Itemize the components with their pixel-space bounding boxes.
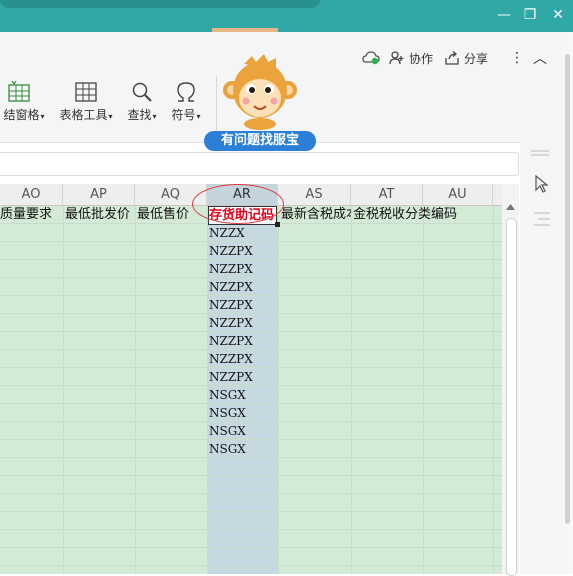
- drag-handle-icon[interactable]: [530, 148, 550, 158]
- cell-ar-value[interactable]: NZZX: [209, 224, 277, 242]
- grid-column-line: [493, 205, 494, 574]
- search-icon: [132, 82, 152, 102]
- cloud-sync-button[interactable]: [362, 48, 380, 68]
- grid-row-line: [0, 548, 502, 566]
- cell-ar-value[interactable]: NZZPX: [209, 332, 277, 350]
- column-header-ao[interactable]: AO: [0, 184, 63, 205]
- filter-panel-icon[interactable]: [532, 210, 552, 228]
- cell-at-header[interactable]: 金税税收分类编码: [353, 206, 493, 224]
- find-dropdown-icon: ▾: [152, 112, 157, 121]
- vertical-scrollbar[interactable]: [502, 184, 519, 576]
- cell-ap-header[interactable]: 最低批发价: [65, 206, 135, 224]
- collab-button[interactable]: 协作: [389, 48, 433, 68]
- symbol-label: 符号: [171, 108, 196, 122]
- grid-row-line: [0, 566, 502, 574]
- cell-ar-value[interactable]: NZZPX: [209, 278, 277, 296]
- cell-ar-value[interactable]: NZZPX: [209, 314, 277, 332]
- minimize-button[interactable]: —: [493, 5, 515, 25]
- freeze-pane-dropdown-icon: ▾: [40, 112, 45, 121]
- monkey-mascot-icon[interactable]: [222, 52, 298, 130]
- freeze-pane-label: 结窗格: [3, 108, 40, 122]
- add-user-icon: [389, 51, 404, 65]
- cell-ar-value[interactable]: NZZPX: [209, 368, 277, 386]
- help-badge[interactable]: 有问题找服宝: [204, 131, 316, 151]
- share-icon: [445, 51, 459, 65]
- find-label: 查找: [127, 108, 152, 122]
- collab-label: 协作: [409, 51, 434, 66]
- column-header-au[interactable]: AU: [423, 184, 493, 205]
- freeze-pane-button[interactable]: 结窗格▾: [0, 78, 48, 123]
- scroll-up-icon[interactable]: [506, 204, 515, 210]
- cell-ar-value[interactable]: NSGX: [209, 386, 277, 404]
- column-header-ap[interactable]: AP: [63, 184, 135, 205]
- cell-ar-value[interactable]: NZZPX: [209, 260, 277, 278]
- side-panel: [520, 142, 562, 574]
- restore-button[interactable]: ❐: [519, 5, 541, 25]
- grid-row-line: [0, 494, 502, 512]
- column-header-at[interactable]: AT: [351, 184, 423, 205]
- column-header-as[interactable]: AS: [278, 184, 351, 205]
- formula-bar-input[interactable]: [0, 152, 519, 176]
- share-label: 分享: [464, 51, 489, 66]
- column-header-overflow: [493, 184, 502, 205]
- cell-as-header[interactable]: 最新含税成本: [281, 206, 351, 224]
- grid-row-line: [0, 530, 502, 548]
- grid-column-line: [207, 205, 208, 574]
- cell-ar-value[interactable]: NZZPX: [209, 296, 277, 314]
- table-tools-icon: [75, 82, 97, 102]
- close-button[interactable]: ✕: [547, 5, 569, 25]
- cloud-sync-icon: [362, 51, 380, 65]
- cell-ar-value[interactable]: NSGX: [209, 440, 277, 458]
- table-tools-button[interactable]: 表格工具▾: [56, 78, 116, 123]
- grid-row-line: [0, 458, 502, 476]
- pointer-select-icon[interactable]: [534, 175, 550, 193]
- annotation-circle: [192, 184, 284, 224]
- grid-column-line: [351, 205, 352, 574]
- omega-icon: [177, 82, 195, 102]
- window-scrollbar[interactable]: [562, 32, 573, 574]
- collapse-ribbon-button[interactable]: ︿: [533, 48, 547, 68]
- grid-column-line: [135, 205, 136, 574]
- grid-row-line: [0, 512, 502, 530]
- find-button[interactable]: 查找▾: [124, 78, 160, 123]
- scrollbar-thumb[interactable]: [506, 218, 517, 576]
- window-scrollbar-thumb[interactable]: [565, 54, 570, 524]
- freeze-pane-icon: [8, 81, 30, 102]
- grid-column-line: [278, 205, 279, 574]
- share-button[interactable]: 分享: [444, 48, 488, 68]
- cell-ar-value[interactable]: NSGX: [209, 404, 277, 422]
- spreadsheet-grid[interactable]: AO AP AQ AR AS AT AU 质量要求 最低批发价 最低售价 存货助…: [0, 184, 502, 574]
- grid-column-line: [63, 205, 64, 574]
- cell-ao-header[interactable]: 质量要求: [0, 206, 63, 224]
- tab-strip: [0, 0, 320, 8]
- ribbon-divider: [216, 76, 217, 136]
- grid-row-line: [0, 476, 502, 494]
- table-tools-label: 表格工具: [59, 108, 108, 122]
- cell-ar-value[interactable]: NZZPX: [209, 242, 277, 260]
- title-bar: — ❐ ✕: [0, 0, 573, 36]
- table-tools-dropdown-icon: ▾: [108, 112, 113, 121]
- symbol-dropdown-icon: ▾: [196, 112, 201, 121]
- cell-ar-value[interactable]: NSGX: [209, 422, 277, 440]
- symbol-button[interactable]: 符号▾: [168, 78, 204, 123]
- grid-column-line: [423, 205, 424, 574]
- more-options-button[interactable]: ⋮: [510, 48, 524, 68]
- cell-ar-value[interactable]: NZZPX: [209, 350, 277, 368]
